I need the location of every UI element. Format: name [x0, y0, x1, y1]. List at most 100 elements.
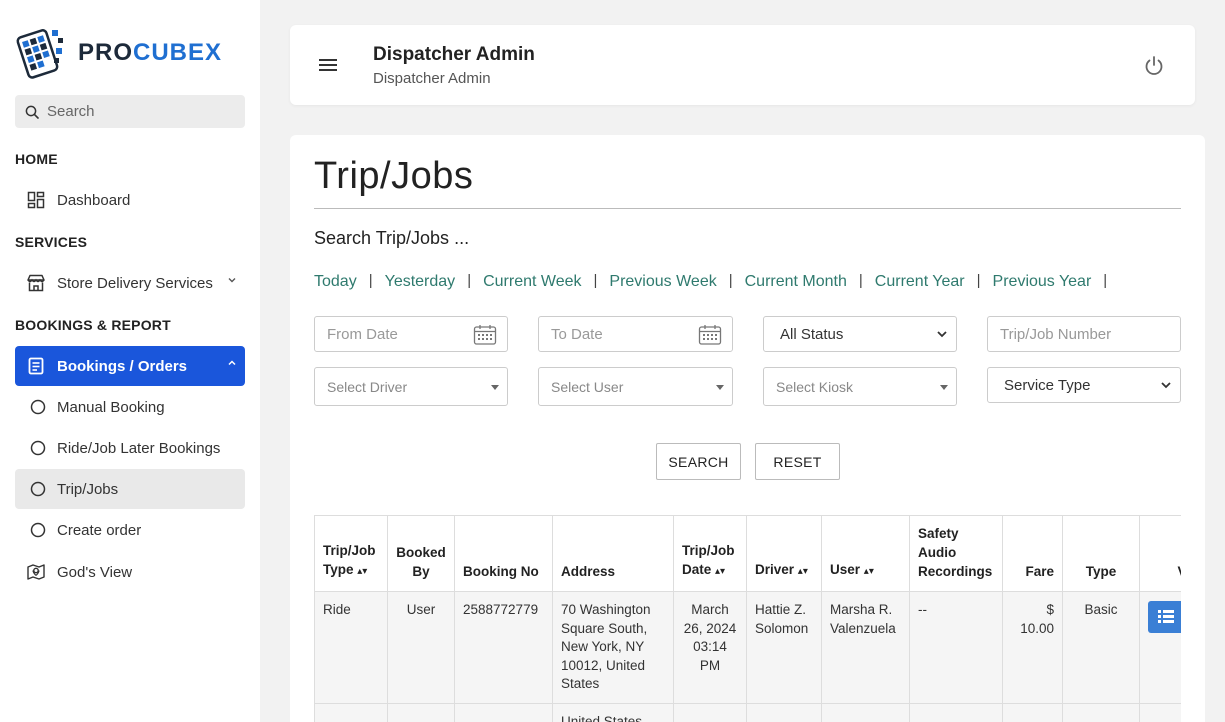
sort-icon[interactable]: ▴▾ — [357, 566, 367, 577]
calendar-icon[interactable] — [698, 324, 722, 346]
to-date-field[interactable] — [538, 316, 733, 352]
sidebar-search — [15, 95, 245, 128]
map-pin-icon — [25, 561, 47, 583]
section-bookings-report: BOOKINGS & REPORT — [15, 317, 171, 333]
link-current-week[interactable]: Current Week — [483, 273, 581, 291]
search-icon — [25, 105, 39, 119]
search-input[interactable] — [47, 103, 227, 120]
header-address: Address — [552, 515, 674, 592]
link-previous-week[interactable]: Previous Week — [609, 273, 716, 291]
cell-booked-by: User — [387, 591, 455, 704]
document-icon — [25, 355, 47, 377]
kiosk-select[interactable]: Select Kiosk — [763, 367, 957, 406]
sort-icon[interactable]: ▴▾ — [715, 566, 725, 577]
separator: | — [593, 271, 598, 289]
chevron-up-icon — [228, 360, 236, 366]
driver-select[interactable]: Select Driver — [314, 367, 508, 406]
sort-icon[interactable]: ▴▾ — [798, 566, 808, 577]
user-select-placeholder: Select User — [551, 378, 624, 395]
chevron-down-icon — [937, 331, 947, 338]
page-title: Trip/Jobs — [314, 155, 474, 197]
sidebar-item-label: Manual Booking — [57, 398, 165, 416]
cell-user: Marsha R. Valenzuela — [821, 591, 910, 704]
kiosk-select-placeholder: Select Kiosk — [776, 378, 854, 395]
sidebar-item-label: Trip/Jobs — [57, 480, 119, 498]
cell-fare: $ 10.00 — [1002, 591, 1063, 704]
sidebar: PROCUBEX HOME Dashboard SERVICES Store D… — [0, 0, 260, 722]
sidebar-item-trip-jobs[interactable]: Trip/Jobs — [15, 469, 245, 509]
sidebar-item-manual-booking[interactable]: Manual Booking — [15, 387, 245, 427]
user-select[interactable]: Select User — [538, 367, 733, 406]
reset-button[interactable]: RESET — [755, 443, 840, 480]
sidebar-item-dashboard[interactable]: Dashboard — [15, 180, 245, 220]
header-label: Trip/Job Date — [682, 543, 735, 577]
section-services: SERVICES — [15, 234, 88, 250]
search-button[interactable]: SEARCH — [656, 443, 741, 480]
header-booked-by: Booked By — [387, 515, 455, 592]
from-date-input[interactable] — [327, 325, 467, 343]
sidebar-item-label: Ride/Job Later Bookings — [57, 439, 221, 457]
to-date-input[interactable] — [551, 325, 691, 343]
link-previous-year[interactable]: Previous Year — [993, 273, 1092, 291]
hamburger-menu-icon[interactable] — [318, 58, 338, 72]
view-details-button[interactable] — [1148, 601, 1181, 633]
driver-select-placeholder: Select Driver — [327, 378, 408, 395]
sort-icon[interactable]: ▴▾ — [864, 566, 874, 577]
job-number-input[interactable] — [1000, 325, 1170, 343]
link-current-year[interactable]: Current Year — [875, 273, 965, 291]
status-select[interactable]: All Status — [763, 316, 957, 352]
circle-icon — [27, 478, 49, 500]
title-divider — [314, 208, 1181, 209]
cell-empty — [821, 703, 910, 722]
header-trip-job-date[interactable]: Trip/Job Date ▴▾ — [673, 515, 747, 592]
sidebar-item-store-delivery[interactable]: Store Delivery Services — [15, 263, 245, 303]
caret-down-icon — [491, 385, 499, 390]
circle-icon — [27, 396, 49, 418]
cell-empty — [746, 703, 822, 722]
cell-view — [1139, 591, 1181, 704]
sidebar-item-create-order[interactable]: Create order — [15, 510, 245, 550]
link-yesterday[interactable]: Yesterday — [385, 273, 456, 291]
list-icon — [1158, 610, 1174, 623]
power-icon[interactable] — [1143, 55, 1165, 77]
cell-empty — [1139, 703, 1181, 722]
job-number-field[interactable] — [987, 316, 1181, 352]
sidebar-item-bookings-orders[interactable]: Bookings / Orders — [15, 346, 245, 386]
from-date-field[interactable] — [314, 316, 508, 352]
cell-empty — [1062, 703, 1140, 722]
header-subtitle: Dispatcher Admin — [373, 70, 491, 87]
trip-jobs-panel: Trip/Jobs Search Trip/Jobs ... Today | Ye… — [290, 135, 1205, 722]
sidebar-item-label: God's View — [57, 563, 133, 581]
header-user[interactable]: User ▴▾ — [821, 515, 910, 592]
separator: | — [1103, 271, 1108, 289]
header-driver[interactable]: Driver ▴▾ — [746, 515, 822, 592]
caret-down-icon — [716, 385, 724, 390]
header-fare: Fare — [1002, 515, 1063, 592]
dashboard-icon — [25, 189, 47, 211]
sidebar-item-label: Bookings / Orders — [57, 357, 188, 375]
date-quick-links: Today | Yesterday | Current Week | Previous… — [314, 271, 1119, 291]
service-type-select[interactable]: Service Type — [987, 367, 1181, 403]
service-type-select-value: Service Type — [1004, 376, 1091, 394]
status-select-value: All Status — [780, 325, 844, 343]
cell-driver: Hattie Z. Solomon — [746, 591, 822, 704]
header-trip-job-type[interactable]: Trip/Job Type ▴▾ — [314, 515, 388, 592]
header-title: Dispatcher Admin — [373, 44, 535, 65]
cell-address: United States — [552, 703, 674, 722]
sidebar-item-label: Dashboard — [57, 191, 131, 209]
separator: | — [976, 271, 981, 289]
circle-icon — [27, 519, 49, 541]
cell-address: 70 Washington Square South, New York, NY… — [552, 591, 674, 704]
link-current-month[interactable]: Current Month — [745, 273, 847, 291]
header-type: Type — [1062, 515, 1140, 592]
link-today[interactable]: Today — [314, 273, 357, 291]
chevron-down-icon — [1161, 382, 1171, 389]
sidebar-item-label: Create order — [57, 521, 142, 539]
calendar-icon[interactable] — [473, 324, 497, 346]
sidebar-item-label: Store Delivery Services — [57, 274, 213, 292]
sidebar-item-ride-later-bookings[interactable]: Ride/Job Later Bookings — [15, 428, 245, 468]
separator: | — [858, 271, 863, 289]
sidebar-item-gods-view[interactable]: God's View — [15, 552, 245, 592]
brand-logo[interactable]: PROCUBEX — [14, 24, 222, 80]
table-header-row: Trip/Job Type ▴▾ Booked By Booking No Ad… — [314, 515, 1181, 592]
